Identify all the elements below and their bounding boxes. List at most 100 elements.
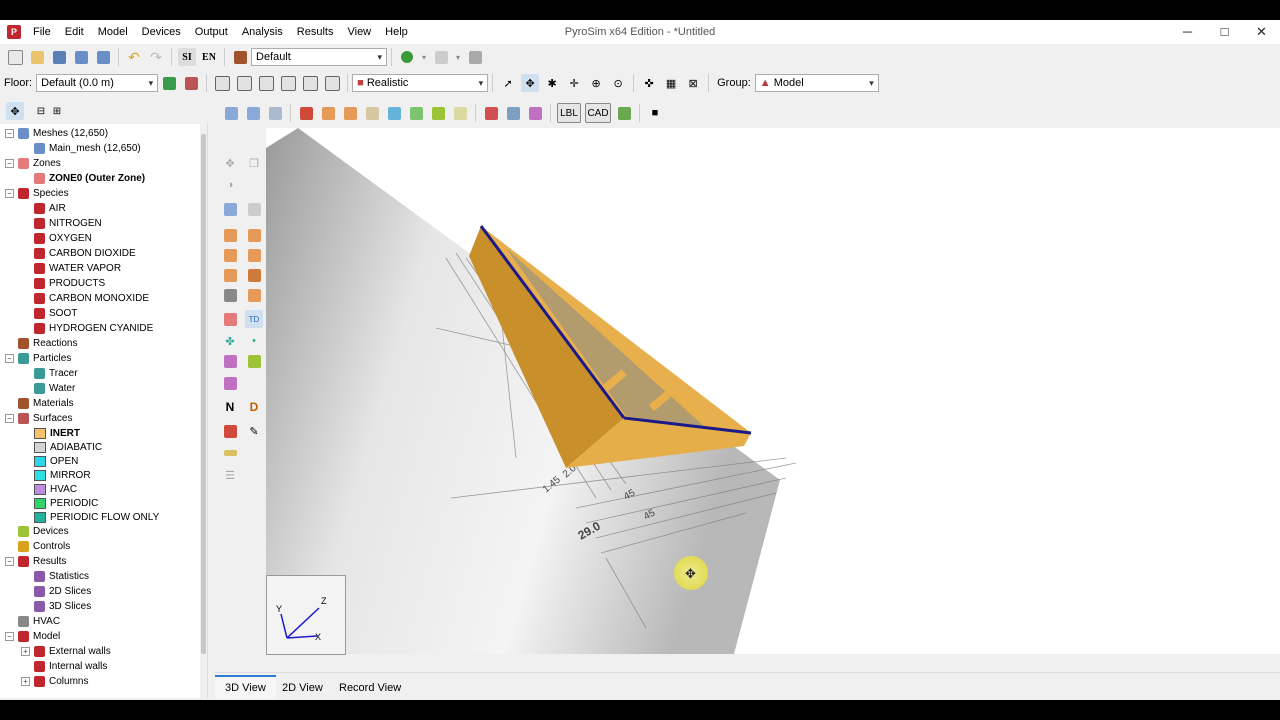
tree-result-item[interactable]: Statistics	[34, 569, 89, 584]
stair-icon[interactable]	[221, 286, 239, 304]
text-draw-icon[interactable]: TD	[245, 310, 263, 328]
floor-image-icon[interactable]	[160, 74, 178, 92]
north-button[interactable]: N	[221, 398, 239, 416]
menu-results[interactable]: Results	[290, 20, 341, 44]
rotate-icon[interactable]: ◑	[221, 176, 239, 194]
run-options-dropdown-icon[interactable]: ▾	[454, 48, 462, 66]
tree-surface-item[interactable]: PERIODIC FLOW ONLY	[34, 510, 159, 525]
floor-settings-icon[interactable]	[182, 74, 200, 92]
collapse-icon[interactable]: −	[5, 354, 14, 363]
view-bottom-icon[interactable]	[235, 74, 253, 92]
tree-species[interactable]: − Species	[5, 186, 69, 201]
menu-model[interactable]: Model	[91, 20, 135, 44]
fit-icon[interactable]: ▦	[662, 74, 680, 92]
tree-surface-item[interactable]: INERT	[34, 426, 80, 441]
tree-surfaces[interactable]: − Surfaces	[5, 411, 72, 426]
tree-results[interactable]: − Results	[5, 554, 66, 569]
pan-tool-icon[interactable]: ✛	[565, 74, 583, 92]
obstruction-tool-icon[interactable]	[297, 104, 315, 122]
copy-icon[interactable]: ❐	[245, 154, 263, 172]
collapse-icon[interactable]: −	[5, 189, 14, 198]
tree-meshes[interactable]: − Meshes (12,650)	[5, 126, 108, 141]
open-folder-icon[interactable]	[28, 48, 46, 66]
results-viewer-icon[interactable]	[466, 48, 484, 66]
tree-surface-item[interactable]: HVAC	[34, 482, 77, 497]
tab-3d-view[interactable]: 3D View	[215, 675, 276, 699]
import-icon[interactable]	[72, 48, 90, 66]
tree-particles[interactable]: − Particles	[5, 351, 71, 366]
menu-output[interactable]: Output	[188, 20, 235, 44]
group-select[interactable]: ▲ Model ▾	[754, 74, 879, 92]
run-options-icon[interactable]	[432, 48, 450, 66]
tree-model[interactable]: − Model	[5, 629, 60, 644]
wall-tool-icon[interactable]	[319, 104, 337, 122]
tree-surface-item[interactable]: OPEN	[34, 454, 78, 469]
tab-2d-view[interactable]: 2D View	[272, 677, 333, 699]
tree-result-item[interactable]: 3D Slices	[34, 599, 91, 614]
tree-species-item[interactable]: HYDROGEN CYANIDE	[34, 321, 153, 336]
collapse-icon[interactable]: −	[5, 129, 14, 138]
device-tool-icon[interactable]	[429, 104, 447, 122]
3d-viewport[interactable]: 1.45 2.0 45 45 29.0 ✥	[266, 128, 1280, 654]
hole-tool-icon[interactable]	[526, 104, 544, 122]
export-icon[interactable]	[94, 48, 112, 66]
view-front-icon[interactable]	[257, 74, 275, 92]
roof-icon[interactable]	[245, 286, 263, 304]
run-simulation-icon[interactable]	[398, 48, 416, 66]
tree-surface-item[interactable]: ADIABATIC	[34, 440, 102, 455]
tree-surface-item[interactable]: MIRROR	[34, 468, 91, 483]
paint-icon[interactable]	[221, 422, 239, 440]
tree-species-item[interactable]: NITROGEN	[34, 216, 102, 231]
texture-tool-icon[interactable]	[451, 104, 469, 122]
tree-surface-item[interactable]: PERIODIC	[34, 496, 98, 511]
collapse-icon[interactable]: −	[5, 414, 14, 423]
tree-main-mesh[interactable]: Main_mesh (12,650)	[34, 141, 141, 156]
grid-tool-icon[interactable]	[482, 104, 500, 122]
menu-help[interactable]: Help	[378, 20, 415, 44]
hole-draw-icon[interactable]	[221, 352, 239, 370]
render-mode-select[interactable]: ■ Realistic ▾	[352, 74, 489, 92]
menu-edit[interactable]: Edit	[58, 20, 91, 44]
tree-species-item[interactable]: OXYGEN	[34, 231, 92, 246]
tree-species-item[interactable]: CARBON MONOXIDE	[34, 291, 149, 306]
tree-reactions[interactable]: Reactions	[18, 336, 77, 351]
tree-model-item[interactable]: Internal walls	[34, 659, 107, 674]
view-right-icon[interactable]	[323, 74, 341, 92]
menu-view[interactable]: View	[340, 20, 378, 44]
floor-select[interactable]: Default (0.0 m) ▾	[36, 74, 159, 92]
vent-tool-icon[interactable]	[407, 104, 425, 122]
eyedropper-icon[interactable]: ✎	[245, 422, 263, 440]
tree-zones[interactable]: − Zones	[5, 156, 61, 171]
mesh-draw-icon[interactable]	[221, 200, 239, 218]
tree-species-item[interactable]: PRODUCTS	[34, 276, 105, 291]
mesh-merge-icon[interactable]	[266, 104, 284, 122]
menu-analysis[interactable]: Analysis	[235, 20, 290, 44]
camera-icon[interactable]: ■	[646, 104, 664, 122]
slab-tool-icon[interactable]	[363, 104, 381, 122]
expand-icon[interactable]: +	[21, 647, 30, 656]
tree-materials[interactable]: Materials	[18, 396, 74, 411]
tree-particle-item[interactable]: Tracer	[34, 366, 78, 381]
tree-species-item[interactable]: AIR	[34, 201, 66, 216]
units-en-button[interactable]: EN	[200, 48, 218, 66]
tree-devices[interactable]: Devices	[18, 524, 69, 539]
reset-view-icon[interactable]: ⊠	[684, 74, 702, 92]
image-overlay-icon[interactable]	[615, 104, 633, 122]
tree-species-item[interactable]: SOOT	[34, 306, 77, 321]
move-icon[interactable]: ✥	[221, 154, 239, 172]
slab-draw-icon[interactable]	[221, 226, 239, 244]
tree-species-item[interactable]: CARBON DIOXIDE	[34, 246, 136, 261]
collapse-icon[interactable]: −	[5, 557, 14, 566]
tab-record-view[interactable]: Record View	[329, 677, 411, 699]
point-icon[interactable]: •	[245, 332, 263, 350]
tree-zone0[interactable]: ZONE0 (Outer Zone)	[34, 171, 145, 186]
dimension-button[interactable]: D	[245, 398, 263, 416]
walk-tool-icon[interactable]: ✱	[543, 74, 561, 92]
block-draw-icon[interactable]	[245, 246, 263, 264]
view-back-icon[interactable]	[279, 74, 297, 92]
view-left-icon[interactable]	[301, 74, 319, 92]
collapse-icon[interactable]: −	[5, 632, 14, 641]
tree-species-item[interactable]: WATER VAPOR	[34, 261, 121, 276]
zoom-tool-icon[interactable]: ⊕	[587, 74, 605, 92]
close-button[interactable]: ✕	[1243, 20, 1280, 44]
